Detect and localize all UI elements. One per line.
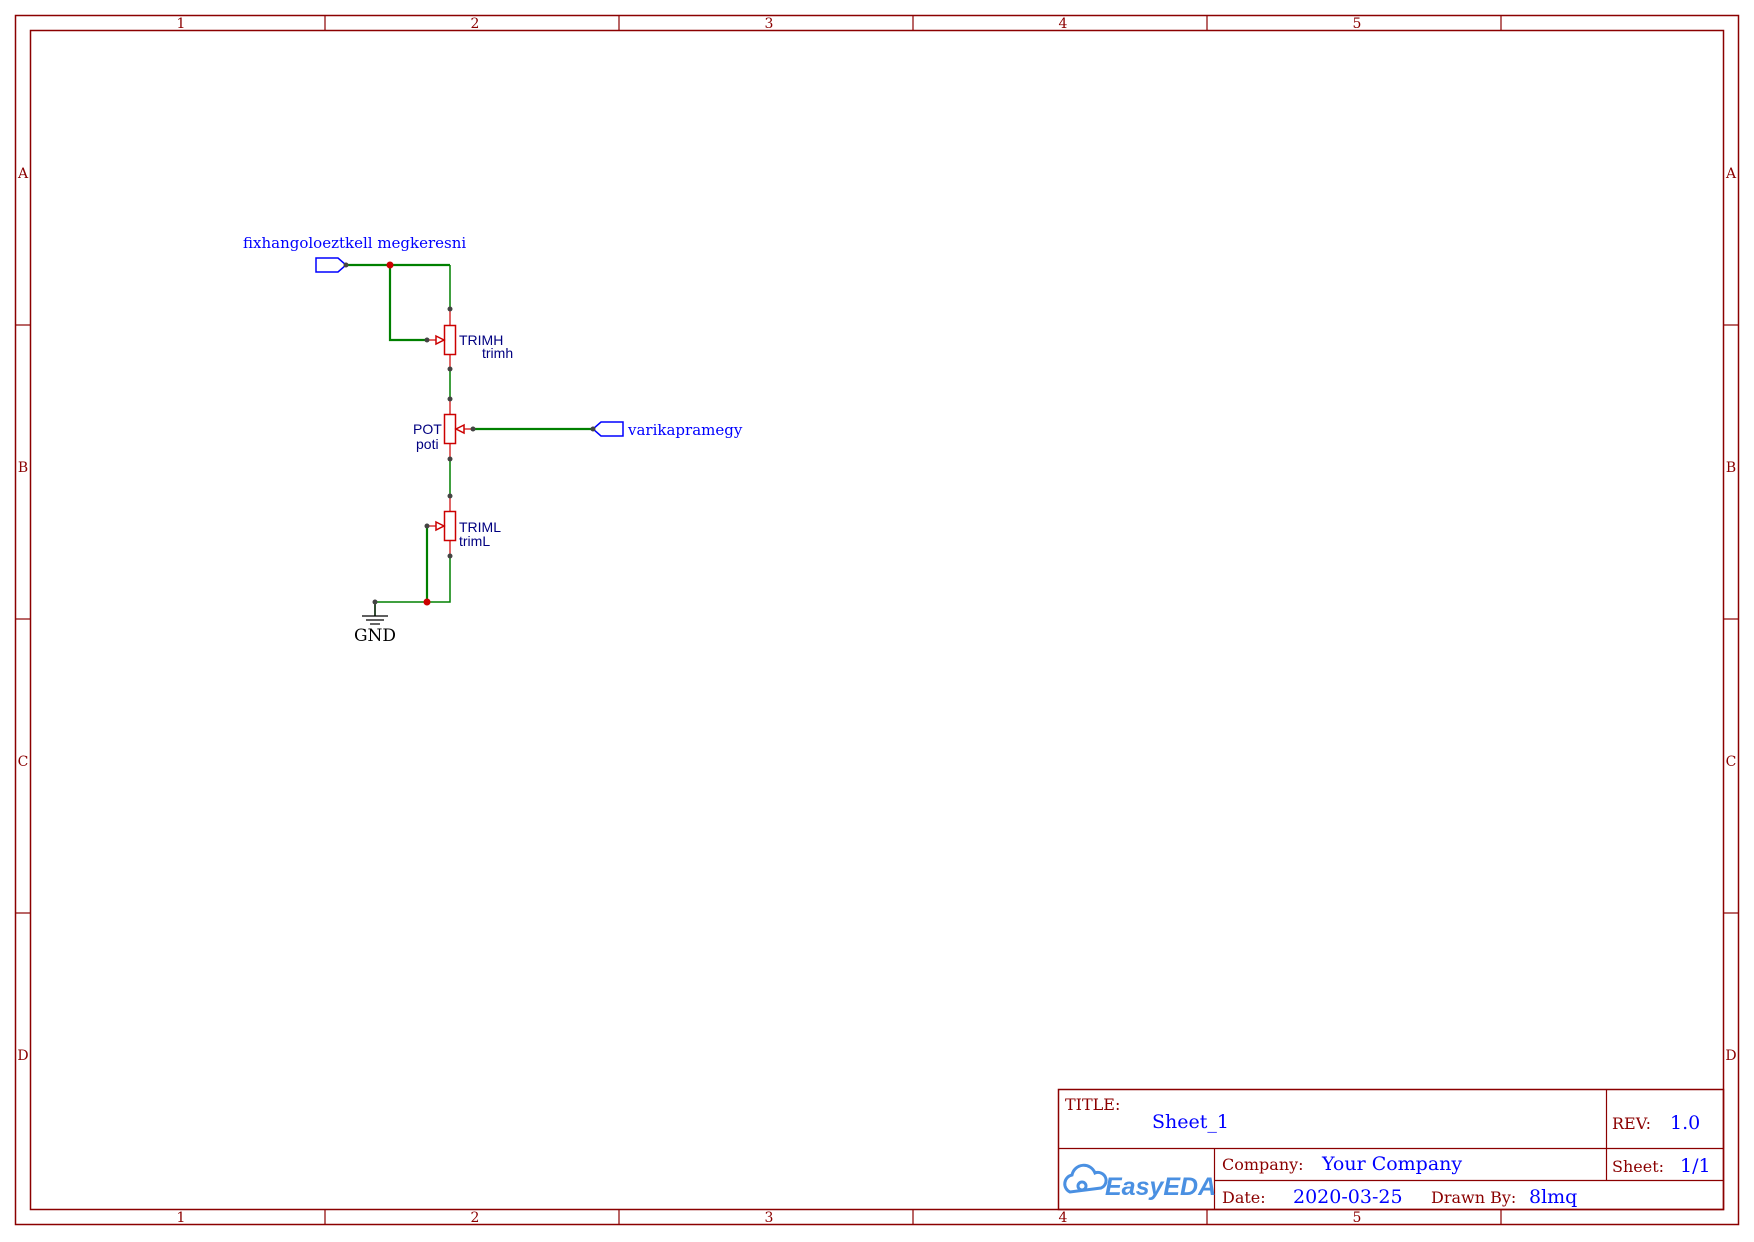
column-label-bottom: 1 <box>177 1210 186 1226</box>
output-port: varikapramegy <box>591 421 743 439</box>
date-label: Date: <box>1222 1188 1266 1207</box>
triml-value: trimL <box>459 533 490 549</box>
column-label-bottom: 4 <box>1059 1210 1068 1226</box>
rev-label: REV: <box>1612 1114 1651 1133</box>
column-label-top: 4 <box>1059 16 1068 32</box>
row-label-right: B <box>1726 460 1736 476</box>
row-label-left: B <box>18 460 28 476</box>
input-net-label: fixhangoloeztkell megkeresni <box>243 234 466 252</box>
schematic-sheet: 1 2 3 4 5 1 2 3 4 5 A B C D A B C D TITL… <box>14 14 1740 1226</box>
ground-symbol-icon <box>362 602 388 625</box>
pin-dots <box>343 262 596 605</box>
company-value: Your Company <box>1321 1153 1462 1175</box>
triml-potentiometer: TRIML trimL <box>427 496 501 556</box>
sheet-label: Sheet: <box>1612 1157 1664 1176</box>
drawn-by-value: 8lmq <box>1529 1186 1577 1208</box>
pot-ref: POT <box>413 421 442 437</box>
row-label-right: C <box>1726 754 1737 770</box>
pot-value: poti <box>416 436 439 452</box>
title-block: TITLE: Sheet_1 REV: 1.0 Company: Your Co… <box>1057 1088 1725 1211</box>
output-net-label: varikapramegy <box>627 421 743 439</box>
rev-value: 1.0 <box>1670 1112 1700 1134</box>
column-label-top: 1 <box>177 16 186 32</box>
trimh-potentiometer: TRIMH trimh <box>427 309 513 369</box>
schematic-wires <box>346 263 593 616</box>
sheet-title: Sheet_1 <box>1152 1111 1229 1133</box>
date-value: 2020-03-25 <box>1293 1186 1403 1208</box>
input-port: fixhangoloeztkell megkeresni <box>243 234 466 273</box>
column-label-bottom: 5 <box>1353 1210 1362 1226</box>
row-label-left: A <box>17 166 29 182</box>
row-label-right: D <box>1725 1048 1736 1064</box>
row-label-left: D <box>17 1048 28 1064</box>
logo-text: EasyEDA <box>1105 1173 1216 1201</box>
trimh-value: trimh <box>482 345 513 361</box>
column-label-top: 2 <box>471 16 480 32</box>
title-label: TITLE: <box>1065 1095 1120 1114</box>
pot-potentiometer: POT poti <box>413 399 473 459</box>
row-label-left: C <box>18 754 29 770</box>
column-label-top: 3 <box>765 16 774 32</box>
column-dividers <box>324 15 1502 1225</box>
ground-label: GND <box>354 626 396 646</box>
easyeda-cloud-icon <box>1063 1163 1108 1194</box>
inner-frame <box>29 29 1725 1211</box>
company-label: Company: <box>1222 1155 1304 1174</box>
column-label-bottom: 3 <box>765 1210 774 1226</box>
outer-frame <box>14 14 1740 1226</box>
drawn-by-label: Drawn By: <box>1431 1188 1516 1207</box>
sheet-value: 1/1 <box>1680 1155 1711 1177</box>
column-label-top: 5 <box>1353 16 1362 32</box>
row-dividers <box>15 324 1739 914</box>
row-label-right: A <box>1725 166 1737 182</box>
column-label-bottom: 2 <box>471 1210 480 1226</box>
